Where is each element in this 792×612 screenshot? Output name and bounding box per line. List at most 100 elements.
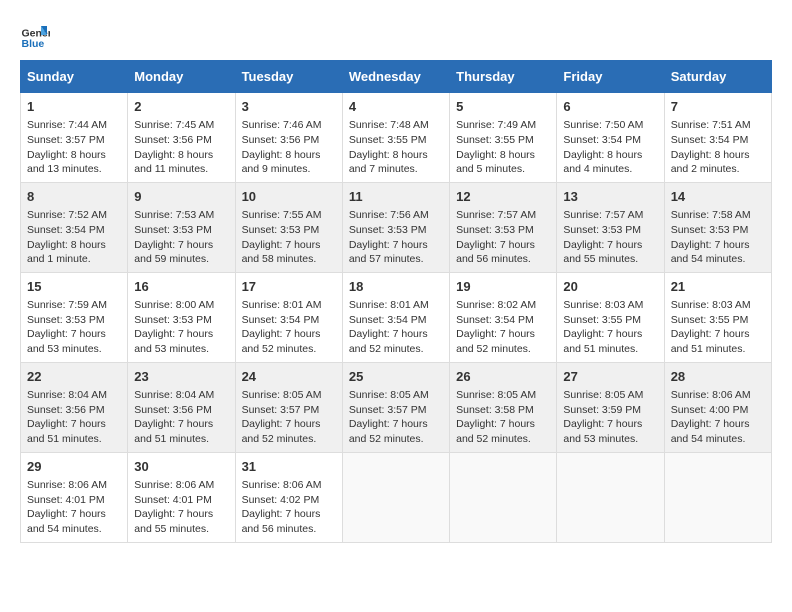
day-number: 12 (456, 188, 550, 206)
day-info: Sunrise: 8:01 AMSunset: 3:54 PMDaylight:… (242, 298, 336, 357)
day-cell: 1 Sunrise: 7:44 AMSunset: 3:57 PMDaylight… (21, 93, 128, 183)
day-info: Sunrise: 7:48 AMSunset: 3:55 PMDaylight:… (349, 118, 443, 177)
day-info: Sunrise: 7:59 AMSunset: 3:53 PMDaylight:… (27, 298, 121, 357)
calendar-table: SundayMondayTuesdayWednesdayThursdayFrid… (20, 60, 772, 543)
day-info: Sunrise: 7:44 AMSunset: 3:57 PMDaylight:… (27, 118, 121, 177)
day-number: 27 (563, 368, 657, 386)
day-number: 14 (671, 188, 765, 206)
calendar-body: 1 Sunrise: 7:44 AMSunset: 3:57 PMDaylight… (21, 93, 772, 543)
week-row-1: 1 Sunrise: 7:44 AMSunset: 3:57 PMDaylight… (21, 93, 772, 183)
day-number: 23 (134, 368, 228, 386)
day-number: 16 (134, 278, 228, 296)
day-cell: 21 Sunrise: 8:03 AMSunset: 3:55 PMDayligh… (664, 272, 771, 362)
day-number: 9 (134, 188, 228, 206)
day-number: 20 (563, 278, 657, 296)
day-cell: 4 Sunrise: 7:48 AMSunset: 3:55 PMDaylight… (342, 93, 449, 183)
day-info: Sunrise: 8:05 AMSunset: 3:57 PMDaylight:… (242, 388, 336, 447)
col-header-tuesday: Tuesday (235, 61, 342, 93)
day-cell (450, 452, 557, 542)
day-cell: 2 Sunrise: 7:45 AMSunset: 3:56 PMDaylight… (128, 93, 235, 183)
day-cell: 7Sunrise: 7:51 AMSunset: 3:54 PMDaylight… (664, 93, 771, 183)
day-info: Sunrise: 8:06 AMSunset: 4:01 PMDaylight:… (134, 478, 228, 537)
day-cell: 16Sunrise: 8:00 AMSunset: 3:53 PMDayligh… (128, 272, 235, 362)
day-number: 3 (242, 98, 336, 116)
day-info: Sunrise: 7:58 AMSunset: 3:53 PMDaylight:… (671, 208, 765, 267)
day-number: 5 (456, 98, 550, 116)
day-cell: 20 Sunrise: 8:03 AMSunset: 3:55 PMDayligh… (557, 272, 664, 362)
day-cell (664, 452, 771, 542)
day-number: 30 (134, 458, 228, 476)
day-number: 25 (349, 368, 443, 386)
day-number: 17 (242, 278, 336, 296)
day-info: Sunrise: 8:05 AMSunset: 3:59 PMDaylight:… (563, 388, 657, 447)
day-number: 2 (134, 98, 228, 116)
day-cell: 15 Sunrise: 7:59 AMSunset: 3:53 PMDayligh… (21, 272, 128, 362)
day-cell: 26 Sunrise: 8:05 AMSunset: 3:58 PMDayligh… (450, 362, 557, 452)
day-info: Sunrise: 7:49 AMSunset: 3:55 PMDaylight:… (456, 118, 550, 177)
day-cell: 31Sunrise: 8:06 AMSunset: 4:02 PMDayligh… (235, 452, 342, 542)
day-number: 28 (671, 368, 765, 386)
day-info: Sunrise: 8:03 AMSunset: 3:55 PMDaylight:… (563, 298, 657, 357)
day-number: 10 (242, 188, 336, 206)
day-info: Sunrise: 8:04 AMSunset: 3:56 PMDaylight:… (27, 388, 121, 447)
day-number: 29 (27, 458, 121, 476)
day-cell: 27 Sunrise: 8:05 AMSunset: 3:59 PMDayligh… (557, 362, 664, 452)
day-number: 15 (27, 278, 121, 296)
day-number: 1 (27, 98, 121, 116)
day-info: Sunrise: 7:46 AMSunset: 3:56 PMDaylight:… (242, 118, 336, 177)
day-number: 19 (456, 278, 550, 296)
week-row-5: 29 Sunrise: 8:06 AMSunset: 4:01 PMDayligh… (21, 452, 772, 542)
day-number: 24 (242, 368, 336, 386)
day-number: 11 (349, 188, 443, 206)
day-cell: 30 Sunrise: 8:06 AMSunset: 4:01 PMDayligh… (128, 452, 235, 542)
day-cell: 19Sunrise: 8:02 AMSunset: 3:54 PMDayligh… (450, 272, 557, 362)
day-number: 13 (563, 188, 657, 206)
day-info: Sunrise: 7:50 AMSunset: 3:54 PMDaylight:… (563, 118, 657, 177)
day-cell: 12Sunrise: 7:57 AMSunset: 3:53 PMDayligh… (450, 182, 557, 272)
day-info: Sunrise: 8:06 AMSunset: 4:00 PMDaylight:… (671, 388, 765, 447)
day-info: Sunrise: 7:53 AMSunset: 3:53 PMDaylight:… (134, 208, 228, 267)
svg-text:Blue: Blue (22, 38, 45, 50)
day-cell: 22 Sunrise: 8:04 AMSunset: 3:56 PMDayligh… (21, 362, 128, 452)
day-info: Sunrise: 8:04 AMSunset: 3:56 PMDaylight:… (134, 388, 228, 447)
day-info: Sunrise: 8:05 AMSunset: 3:58 PMDaylight:… (456, 388, 550, 447)
day-number: 26 (456, 368, 550, 386)
day-number: 22 (27, 368, 121, 386)
day-number: 8 (27, 188, 121, 206)
day-number: 31 (242, 458, 336, 476)
day-cell: 6 Sunrise: 7:50 AMSunset: 3:54 PMDaylight… (557, 93, 664, 183)
day-cell: 3 Sunrise: 7:46 AMSunset: 3:56 PMDaylight… (235, 93, 342, 183)
week-row-2: 8 Sunrise: 7:52 AMSunset: 3:54 PMDaylight… (21, 182, 772, 272)
day-info: Sunrise: 8:03 AMSunset: 3:55 PMDaylight:… (671, 298, 765, 357)
col-header-wednesday: Wednesday (342, 61, 449, 93)
day-cell: 14 Sunrise: 7:58 AMSunset: 3:53 PMDayligh… (664, 182, 771, 272)
day-cell: 17 Sunrise: 8:01 AMSunset: 3:54 PMDayligh… (235, 272, 342, 362)
day-cell (342, 452, 449, 542)
day-info: Sunrise: 7:52 AMSunset: 3:54 PMDaylight:… (27, 208, 121, 267)
col-header-thursday: Thursday (450, 61, 557, 93)
day-info: Sunrise: 7:57 AMSunset: 3:53 PMDaylight:… (563, 208, 657, 267)
col-header-friday: Friday (557, 61, 664, 93)
day-cell (557, 452, 664, 542)
day-cell: 5 Sunrise: 7:49 AMSunset: 3:55 PMDaylight… (450, 93, 557, 183)
day-cell: 25 Sunrise: 8:05 AMSunset: 3:57 PMDayligh… (342, 362, 449, 452)
day-number: 7 (671, 98, 765, 116)
day-info: Sunrise: 7:56 AMSunset: 3:53 PMDaylight:… (349, 208, 443, 267)
calendar-header: SundayMondayTuesdayWednesdayThursdayFrid… (21, 61, 772, 93)
day-number: 21 (671, 278, 765, 296)
day-number: 6 (563, 98, 657, 116)
day-info: Sunrise: 7:45 AMSunset: 3:56 PMDaylight:… (134, 118, 228, 177)
day-cell: 24 Sunrise: 8:05 AMSunset: 3:57 PMDayligh… (235, 362, 342, 452)
day-number: 18 (349, 278, 443, 296)
day-cell: 28 Sunrise: 8:06 AMSunset: 4:00 PMDayligh… (664, 362, 771, 452)
col-header-saturday: Saturday (664, 61, 771, 93)
day-number: 4 (349, 98, 443, 116)
day-cell: 10Sunrise: 7:55 AMSunset: 3:53 PMDayligh… (235, 182, 342, 272)
logo: General Blue (20, 20, 54, 50)
day-cell: 9 Sunrise: 7:53 AMSunset: 3:53 PMDaylight… (128, 182, 235, 272)
day-cell: 11 Sunrise: 7:56 AMSunset: 3:53 PMDayligh… (342, 182, 449, 272)
day-cell: 18Sunrise: 8:01 AMSunset: 3:54 PMDayligh… (342, 272, 449, 362)
day-cell: 8 Sunrise: 7:52 AMSunset: 3:54 PMDaylight… (21, 182, 128, 272)
day-info: Sunrise: 8:05 AMSunset: 3:57 PMDaylight:… (349, 388, 443, 447)
day-info: Sunrise: 8:06 AMSunset: 4:01 PMDaylight:… (27, 478, 121, 537)
